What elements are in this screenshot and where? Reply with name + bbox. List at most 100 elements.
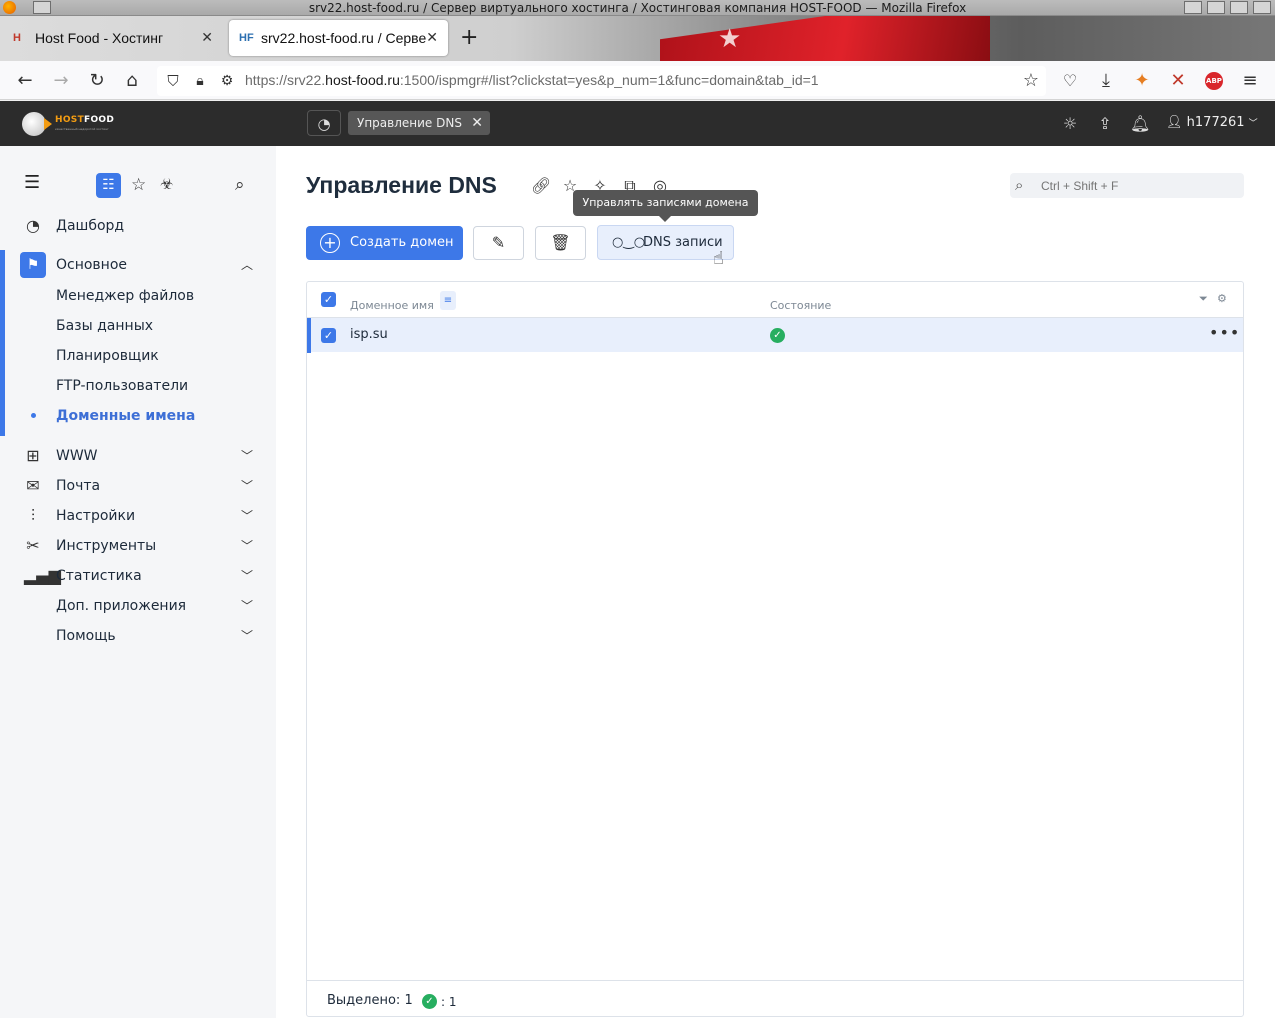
user-name: h177261 <box>1186 115 1245 130</box>
close-tab-icon[interactable]: ✕ <box>426 29 438 46</box>
chevron-down-icon: ﹀ <box>241 539 254 553</box>
home-icon[interactable]: ⌂ <box>121 70 143 92</box>
chevron-up-icon: ︿ <box>241 258 254 272</box>
minimize-button[interactable] <box>1184 1 1202 14</box>
open-page-chip[interactable]: Управление DNS ✕ <box>348 111 490 135</box>
sidebar-item-www[interactable]: ⊞ WWW ﹀ <box>0 441 276 471</box>
firefox-icon <box>3 1 16 14</box>
sidebar-subitem-scheduler[interactable]: Планировщик <box>56 348 159 364</box>
chart-icon: ▂▄▆ <box>24 566 61 585</box>
bell-icon[interactable]: 🔔︎ <box>1130 114 1150 133</box>
trash-icon: 🗑︎ <box>550 233 571 252</box>
sidebar-item-apps[interactable]: Доп. приложения ﹀ <box>0 591 276 621</box>
search-input[interactable] <box>1010 173 1244 198</box>
shield-icon[interactable]: ⛉ <box>162 70 184 92</box>
glasses-icon: ○‿○ <box>612 235 646 250</box>
chevron-down-icon: ﹀ <box>241 629 254 643</box>
hf-favicon-icon: HF <box>239 32 254 44</box>
mail-icon: ✉ <box>26 476 40 495</box>
close-window-button[interactable] <box>1253 1 1271 14</box>
selected-count: Выделено: 1 <box>327 993 413 1008</box>
upload-icon[interactable]: ⇪ <box>1095 114 1115 133</box>
main-content: Управление DNS 🔗︎ ☆ ✧ ⧉ ◎ ⌕ + Создать до… <box>276 146 1275 1018</box>
ok-count: : 1 <box>441 995 457 1009</box>
sidebar: ☰ ☷ ☆ ☣ ⌕ ◔ Дашборд ⚑ Основное ︿ Менедже… <box>0 146 276 1018</box>
close-chip-icon[interactable]: ✕ <box>471 111 483 135</box>
close-tab-icon[interactable]: ✕ <box>201 29 213 46</box>
new-tab-button[interactable]: + <box>460 27 478 49</box>
dashboard-pie-icon[interactable]: ◔ <box>307 110 341 136</box>
back-icon[interactable]: ← <box>14 70 36 92</box>
table-footer: Выделено: 1 ✓ : 1 <box>307 980 1243 1017</box>
menu-search-icon[interactable]: ⌕ <box>235 175 245 201</box>
restore-button[interactable] <box>1230 1 1248 14</box>
permissions-icon[interactable]: ⚙ <box>216 70 238 92</box>
hamburger-menu-icon[interactable]: ☰ <box>24 172 42 198</box>
table-row[interactable]: ✓ isp.su ✓ ••• <box>307 317 1243 353</box>
row-checkbox[interactable]: ✓ <box>321 328 336 343</box>
select-all-checkbox[interactable]: ✓ <box>321 292 336 307</box>
sidebar-subitem-file-manager[interactable]: Менеджер файлов <box>56 288 194 304</box>
menu-icon[interactable]: ≡ <box>1239 70 1261 92</box>
sidebar-item-main[interactable]: Основное ︿ <box>0 250 276 280</box>
sidebar-item-dashboard[interactable]: ◔ Дашборд <box>0 211 276 241</box>
sidebar-item-settings[interactable]: ⫶ Настройки ﹀ <box>0 501 276 531</box>
www-icon: ⊞ <box>26 446 40 465</box>
pencil-icon: ✎ <box>491 233 506 252</box>
sidebar-item-mail[interactable]: ✉ Почта ﹀ <box>0 471 276 501</box>
window-menu-button[interactable] <box>33 1 51 14</box>
link-icon[interactable]: 🔗︎ <box>531 176 551 195</box>
tab-label: srv22.host-food.ru / Серве <box>261 30 427 46</box>
table-settings-icon[interactable]: ⚙ <box>1217 292 1227 305</box>
sidebar-item-help[interactable]: Помощь ﹀ <box>0 621 276 651</box>
sidebar-item-tools[interactable]: ✂ Инструменты ﹀ <box>0 531 276 561</box>
extension-icon[interactable]: ✦ <box>1131 70 1153 92</box>
browser-tab-hostfood[interactable]: H Host Food - Хостинг ✕ <box>3 20 223 56</box>
menu-list-icon[interactable]: ☷ <box>96 173 121 198</box>
lock-icon[interactable]: 🔒︎ <box>189 70 211 92</box>
chevron-down-icon: ﹀ <box>241 479 254 493</box>
biohazard-icon[interactable]: ☣ <box>160 175 173 201</box>
sidebar-item-statistics[interactable]: ▂▄▆ Статистика ﹀ <box>0 561 276 591</box>
favorites-star-icon[interactable]: ☆ <box>131 175 146 201</box>
theme-sun-icon[interactable]: ☼ <box>1060 114 1080 133</box>
tab-strip: ★ H Host Food - Хостинг ✕ HF srv22.host-… <box>0 16 1275 61</box>
sidebar-subitem-databases[interactable]: Базы данных <box>56 318 153 334</box>
url-bar[interactable]: ⛉ 🔒︎ ⚙ https://srv22.host-food.ru:1500/i… <box>157 66 1046 96</box>
forward-icon[interactable]: → <box>50 70 72 92</box>
bookmark-star-icon[interactable]: ☆ <box>1020 70 1042 92</box>
chevron-down-icon: ﹀ <box>241 449 254 463</box>
status-ok-icon: ✓ <box>422 994 437 1009</box>
column-header-domain[interactable]: Доменное имя <box>350 299 434 312</box>
page-title: Управление DNS <box>306 172 497 198</box>
dns-tooltip: Управлять записями домена <box>573 190 758 222</box>
app-header: HOSTFOOD качественный недорогой хостинг … <box>0 101 1275 146</box>
browser-tab-srv22[interactable]: HF srv22.host-food.ru / Серве ✕ <box>229 20 448 56</box>
clock-icon: ◔ <box>26 216 40 235</box>
tools-extension-icon[interactable]: ✕ <box>1167 70 1189 92</box>
column-header-status[interactable]: Состояние <box>770 299 831 312</box>
reload-icon[interactable]: ↻ <box>86 70 108 92</box>
hand-cursor-icon: ☝ <box>713 248 724 269</box>
adblock-icon[interactable]: ABP <box>1205 72 1223 90</box>
filter-icon[interactable]: ⏷ <box>1199 292 1208 306</box>
user-menu[interactable]: 👤︎ h177261 ﹀ <box>1166 115 1258 130</box>
sort-icon[interactable]: ≡ <box>440 291 456 310</box>
hostfood-logo[interactable]: HOSTFOOD качественный недорогой хостинг <box>22 112 142 136</box>
sidebar-subitem-ftp-users[interactable]: FTP-пользователи <box>56 378 188 394</box>
create-domain-button[interactable]: + Создать домен <box>306 226 463 260</box>
chevron-down-icon: ﹀ <box>241 509 254 523</box>
row-actions-icon[interactable]: ••• <box>1209 323 1240 342</box>
theme-background <box>660 16 990 61</box>
maximize-button[interactable] <box>1207 1 1225 14</box>
download-icon[interactable]: ⤓ <box>1095 70 1117 92</box>
window-title: srv22.host-food.ru / Сервер виртуального… <box>308 1 967 15</box>
status-ok-icon: ✓ <box>770 328 785 343</box>
pocket-icon[interactable]: ♡ <box>1059 70 1081 92</box>
chevron-down-icon: ﹀ <box>241 569 254 583</box>
sidebar-subitem-domain-names[interactable]: Доменные имена <box>56 408 195 424</box>
delete-button[interactable]: 🗑︎ <box>535 226 586 260</box>
url-text: https://srv22.host-food.ru:1500/ispmgr#/… <box>245 72 819 88</box>
tab-label: Host Food - Хостинг <box>35 30 164 46</box>
edit-button[interactable]: ✎ <box>473 226 524 260</box>
